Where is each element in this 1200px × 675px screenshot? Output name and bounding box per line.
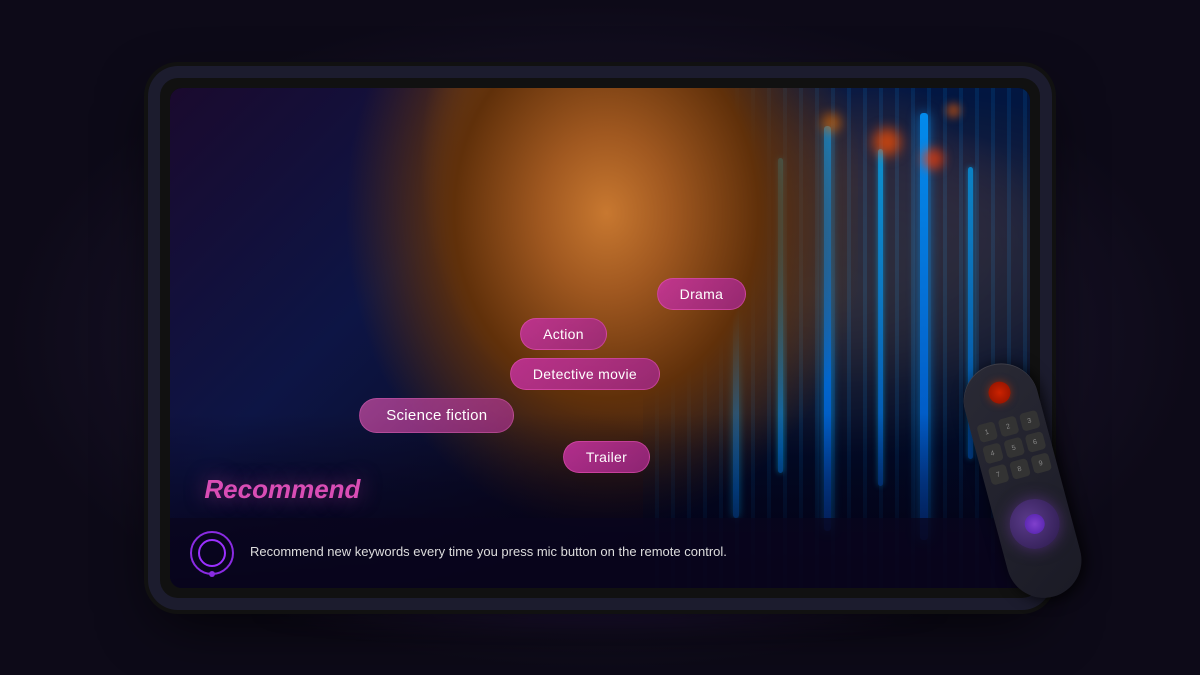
bokeh-1 xyxy=(873,128,901,156)
action-row: Action xyxy=(359,318,789,350)
drama-row: Drama xyxy=(359,278,789,310)
detective-row: Detective movie xyxy=(359,358,789,390)
status-text: Recommend new keywords every time you pr… xyxy=(250,543,727,561)
bokeh-4 xyxy=(946,103,961,118)
mic-dot xyxy=(209,571,215,577)
recommend-ui: Recommend xyxy=(204,474,360,513)
recommend-label: Recommend xyxy=(204,474,360,505)
status-bar: Recommend new keywords every time you pr… xyxy=(170,518,1030,588)
remote-btn-6[interactable]: 6 xyxy=(1024,431,1046,453)
action-chip[interactable]: Action xyxy=(520,318,607,350)
trailer-chip[interactable]: Trailer xyxy=(563,441,650,473)
drama-chip[interactable]: Drama xyxy=(657,278,747,310)
remote-nav-ring[interactable] xyxy=(1004,493,1065,554)
remote-number-grid: 1 2 3 4 5 6 7 8 9 xyxy=(976,409,1052,485)
remote-btn-8[interactable]: 8 xyxy=(1008,458,1030,480)
chips-area: Drama Action Detective movie Science fic… xyxy=(359,278,789,478)
remote-btn-3[interactable]: 3 xyxy=(1018,409,1040,431)
remote-btn-9[interactable]: 9 xyxy=(1030,452,1052,474)
mic-icon-inner xyxy=(198,539,226,567)
scifi-row: Science fiction xyxy=(359,398,789,433)
remote-btn-1[interactable]: 1 xyxy=(976,421,998,443)
remote-nav-center[interactable] xyxy=(1022,511,1046,535)
remote-btn-7[interactable]: 7 xyxy=(987,463,1009,485)
tv-frame: Recommend Drama Action Detective movie xyxy=(160,78,1040,598)
tv-screen: Recommend Drama Action Detective movie xyxy=(170,88,1030,588)
tv-glow xyxy=(240,598,960,628)
scifi-chip[interactable]: Science fiction xyxy=(359,398,514,433)
remote-btn-2[interactable]: 2 xyxy=(997,415,1019,437)
mic-icon xyxy=(190,531,234,575)
remote-btn-5[interactable]: 5 xyxy=(1003,436,1025,458)
bokeh-3 xyxy=(922,148,944,170)
tv-container: Recommend Drama Action Detective movie xyxy=(150,68,1050,608)
remote-power-button[interactable] xyxy=(986,379,1013,406)
remote-btn-4[interactable]: 4 xyxy=(982,442,1004,464)
trailer-row: Trailer xyxy=(359,441,789,473)
detective-chip[interactable]: Detective movie xyxy=(510,358,660,390)
